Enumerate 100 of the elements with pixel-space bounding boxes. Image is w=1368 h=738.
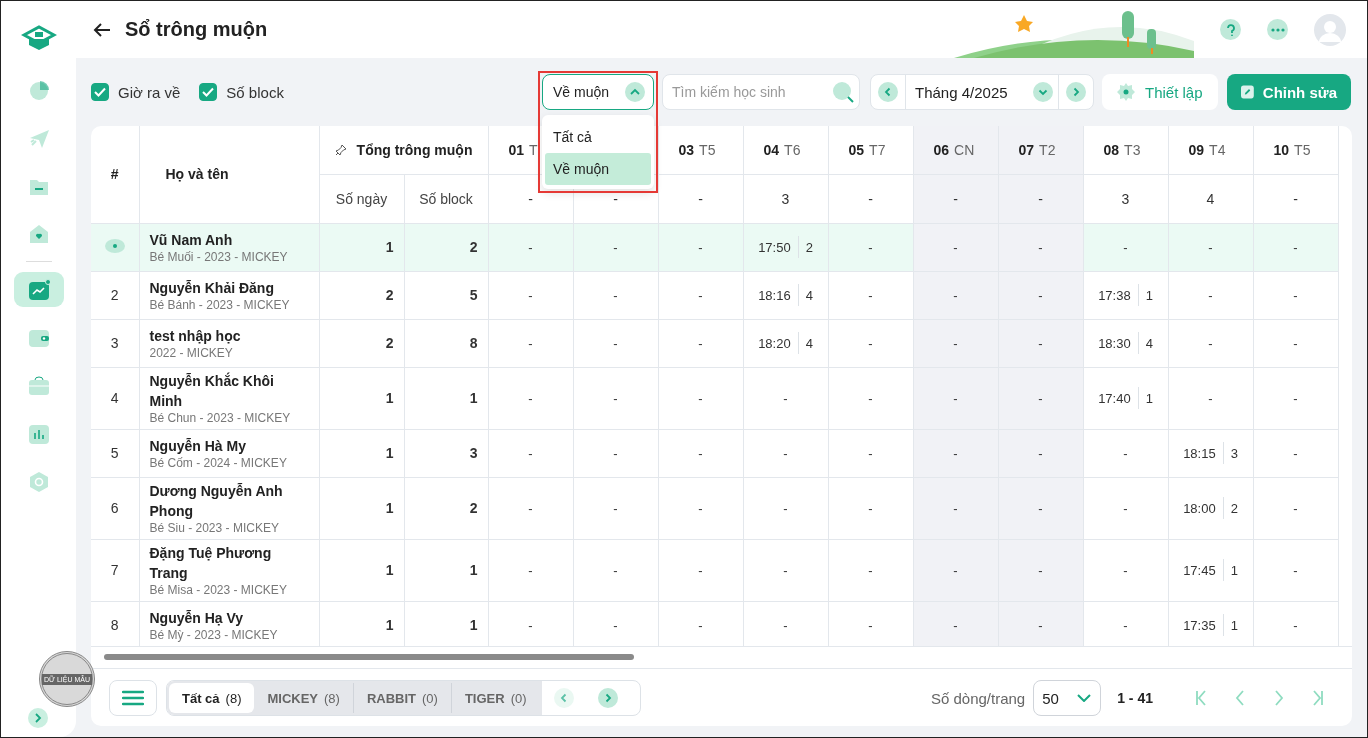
previous-page-icon xyxy=(1234,690,1246,706)
row-number: 6 xyxy=(91,477,139,539)
student-name[interactable]: Vũ Nam Anh xyxy=(149,229,309,250)
pickup-time: 17:45 xyxy=(1183,562,1216,578)
chevron-right-icon xyxy=(1071,87,1081,97)
table-cell: - xyxy=(998,271,1083,319)
table-cell: 3 xyxy=(404,429,488,477)
menu-button[interactable] xyxy=(109,680,157,716)
block-count: 4 xyxy=(805,287,813,303)
pie-chart-icon xyxy=(27,78,50,101)
weekday-label: T6 xyxy=(784,141,801,158)
day-number: 05 xyxy=(848,141,865,158)
page-range: 1 - 41 xyxy=(1117,690,1153,706)
group-tab[interactable]: TIGER (0) xyxy=(451,683,540,713)
student-info: Bé Bánh - 2023 - MICKEY xyxy=(149,297,291,313)
table-cell: - xyxy=(1168,271,1253,319)
column-header: Tổng trông muộn xyxy=(356,141,473,158)
checkbox[interactable]: Số block xyxy=(199,83,284,101)
group-next-button[interactable] xyxy=(597,688,618,708)
table-cell: - xyxy=(998,539,1083,601)
table-cell: - xyxy=(913,223,998,271)
page-title: Sổ trông muộn xyxy=(125,18,268,41)
help-button[interactable] xyxy=(1220,19,1241,40)
chevron-left-icon xyxy=(883,87,893,97)
table-cell: - xyxy=(573,223,658,271)
table-cell: 2 xyxy=(404,223,488,271)
help-icon xyxy=(1225,23,1236,36)
table-cell: 2 xyxy=(404,477,488,539)
table-cell: - xyxy=(658,539,743,601)
table-cell: - xyxy=(828,319,913,367)
student-name[interactable]: Nguyễn Hạ Vy xyxy=(149,607,309,628)
student-name[interactable]: Nguyễn Khắc Khôi Minh xyxy=(149,370,309,411)
block-count: 3 xyxy=(1230,445,1238,461)
menu-item[interactable]: Tất cả xyxy=(545,121,651,153)
day-number: 08 xyxy=(1103,141,1120,158)
table-cell: 1 xyxy=(319,223,404,271)
table-cell: - xyxy=(658,271,743,319)
table-cell: - xyxy=(913,367,998,429)
table-cell: - xyxy=(1253,429,1338,477)
student-info: Bé Chun - 2023 - MICKEY xyxy=(149,410,292,426)
table-cell: - xyxy=(913,539,998,601)
briefcase-icon xyxy=(27,374,50,397)
column-header: Họ và tên xyxy=(139,126,319,223)
table-cell: - xyxy=(998,601,1083,646)
block-count: 1 xyxy=(1145,390,1153,406)
student-info: 2022 - MICKEY xyxy=(149,345,234,361)
group-tab[interactable]: Tất cả (8) xyxy=(169,683,255,713)
pickup-time: 18:16 xyxy=(758,287,791,303)
month-picker[interactable]: Tháng 4/2025 xyxy=(870,74,1094,110)
student-name[interactable]: Dương Nguyễn Anh Phong xyxy=(149,480,309,521)
chevron-down-button[interactable] xyxy=(1033,82,1053,102)
menu-item[interactable]: Về muộn xyxy=(545,153,651,185)
table-cell: - xyxy=(1253,367,1338,429)
chevron-left-button[interactable] xyxy=(878,82,898,102)
check-icon xyxy=(202,87,215,97)
back-arrow-icon[interactable] xyxy=(93,21,111,38)
table-cell: - xyxy=(913,601,998,646)
table-cell: - xyxy=(913,319,998,367)
group-tab[interactable]: RABBIT (0) xyxy=(353,683,452,713)
weekday-label: CN xyxy=(954,141,975,158)
table-cell: - xyxy=(828,271,913,319)
student-info: Bé Cốm - 2024 - MICKEY xyxy=(149,455,288,471)
table-cell: - xyxy=(488,429,573,477)
eye-icon xyxy=(103,237,126,254)
line-chart-icon xyxy=(27,278,50,301)
block-count: 1 xyxy=(1230,617,1238,633)
table-cell: - xyxy=(913,174,998,223)
row-number: 7 xyxy=(91,539,139,601)
more-button[interactable] xyxy=(1267,19,1288,40)
nav-item[interactable] xyxy=(13,272,64,307)
chevron-right-button[interactable] xyxy=(1066,82,1086,102)
search-field[interactable]: Tìm kiếm học sinh xyxy=(662,74,860,110)
settings-icon xyxy=(27,470,50,493)
table-cell: - xyxy=(998,367,1083,429)
expand-button[interactable] xyxy=(28,708,48,728)
student-name[interactable]: Đặng Tuệ Phương Trang xyxy=(149,542,309,583)
logo-icon xyxy=(20,23,57,53)
table-cell: 3 xyxy=(743,174,828,223)
filter-select[interactable]: Về muộn xyxy=(542,74,654,110)
student-name[interactable]: Nguyễn Hà My xyxy=(149,435,309,456)
table-cell: - xyxy=(488,223,573,271)
group-tab[interactable]: MICKEY (8) xyxy=(254,683,354,713)
weekday-label: T2 xyxy=(1039,141,1056,158)
day-number: 07 xyxy=(1018,141,1035,158)
avatar-icon[interactable] xyxy=(1314,13,1346,46)
student-info: Bé Misa - 2023 - MICKEY xyxy=(149,582,288,598)
table-cell: - xyxy=(658,174,743,223)
page-size-select[interactable]: 50 xyxy=(1033,680,1102,716)
table-cell: - xyxy=(998,174,1083,223)
table-cell: - xyxy=(1168,223,1253,271)
table-cell: - xyxy=(488,319,573,367)
student-name[interactable]: Nguyễn Khải Đăng xyxy=(149,277,309,298)
column-header: Số ngày xyxy=(319,174,404,223)
student-name[interactable]: test nhập học xyxy=(149,325,309,346)
checkbox[interactable]: Giờ ra về xyxy=(91,83,181,101)
table-cell: - xyxy=(743,429,828,477)
day-number: 04 xyxy=(763,141,780,158)
pickup-time: 17:50 xyxy=(758,239,791,255)
block-count: 1 xyxy=(1145,287,1153,303)
table-cell: 1 xyxy=(404,367,488,429)
